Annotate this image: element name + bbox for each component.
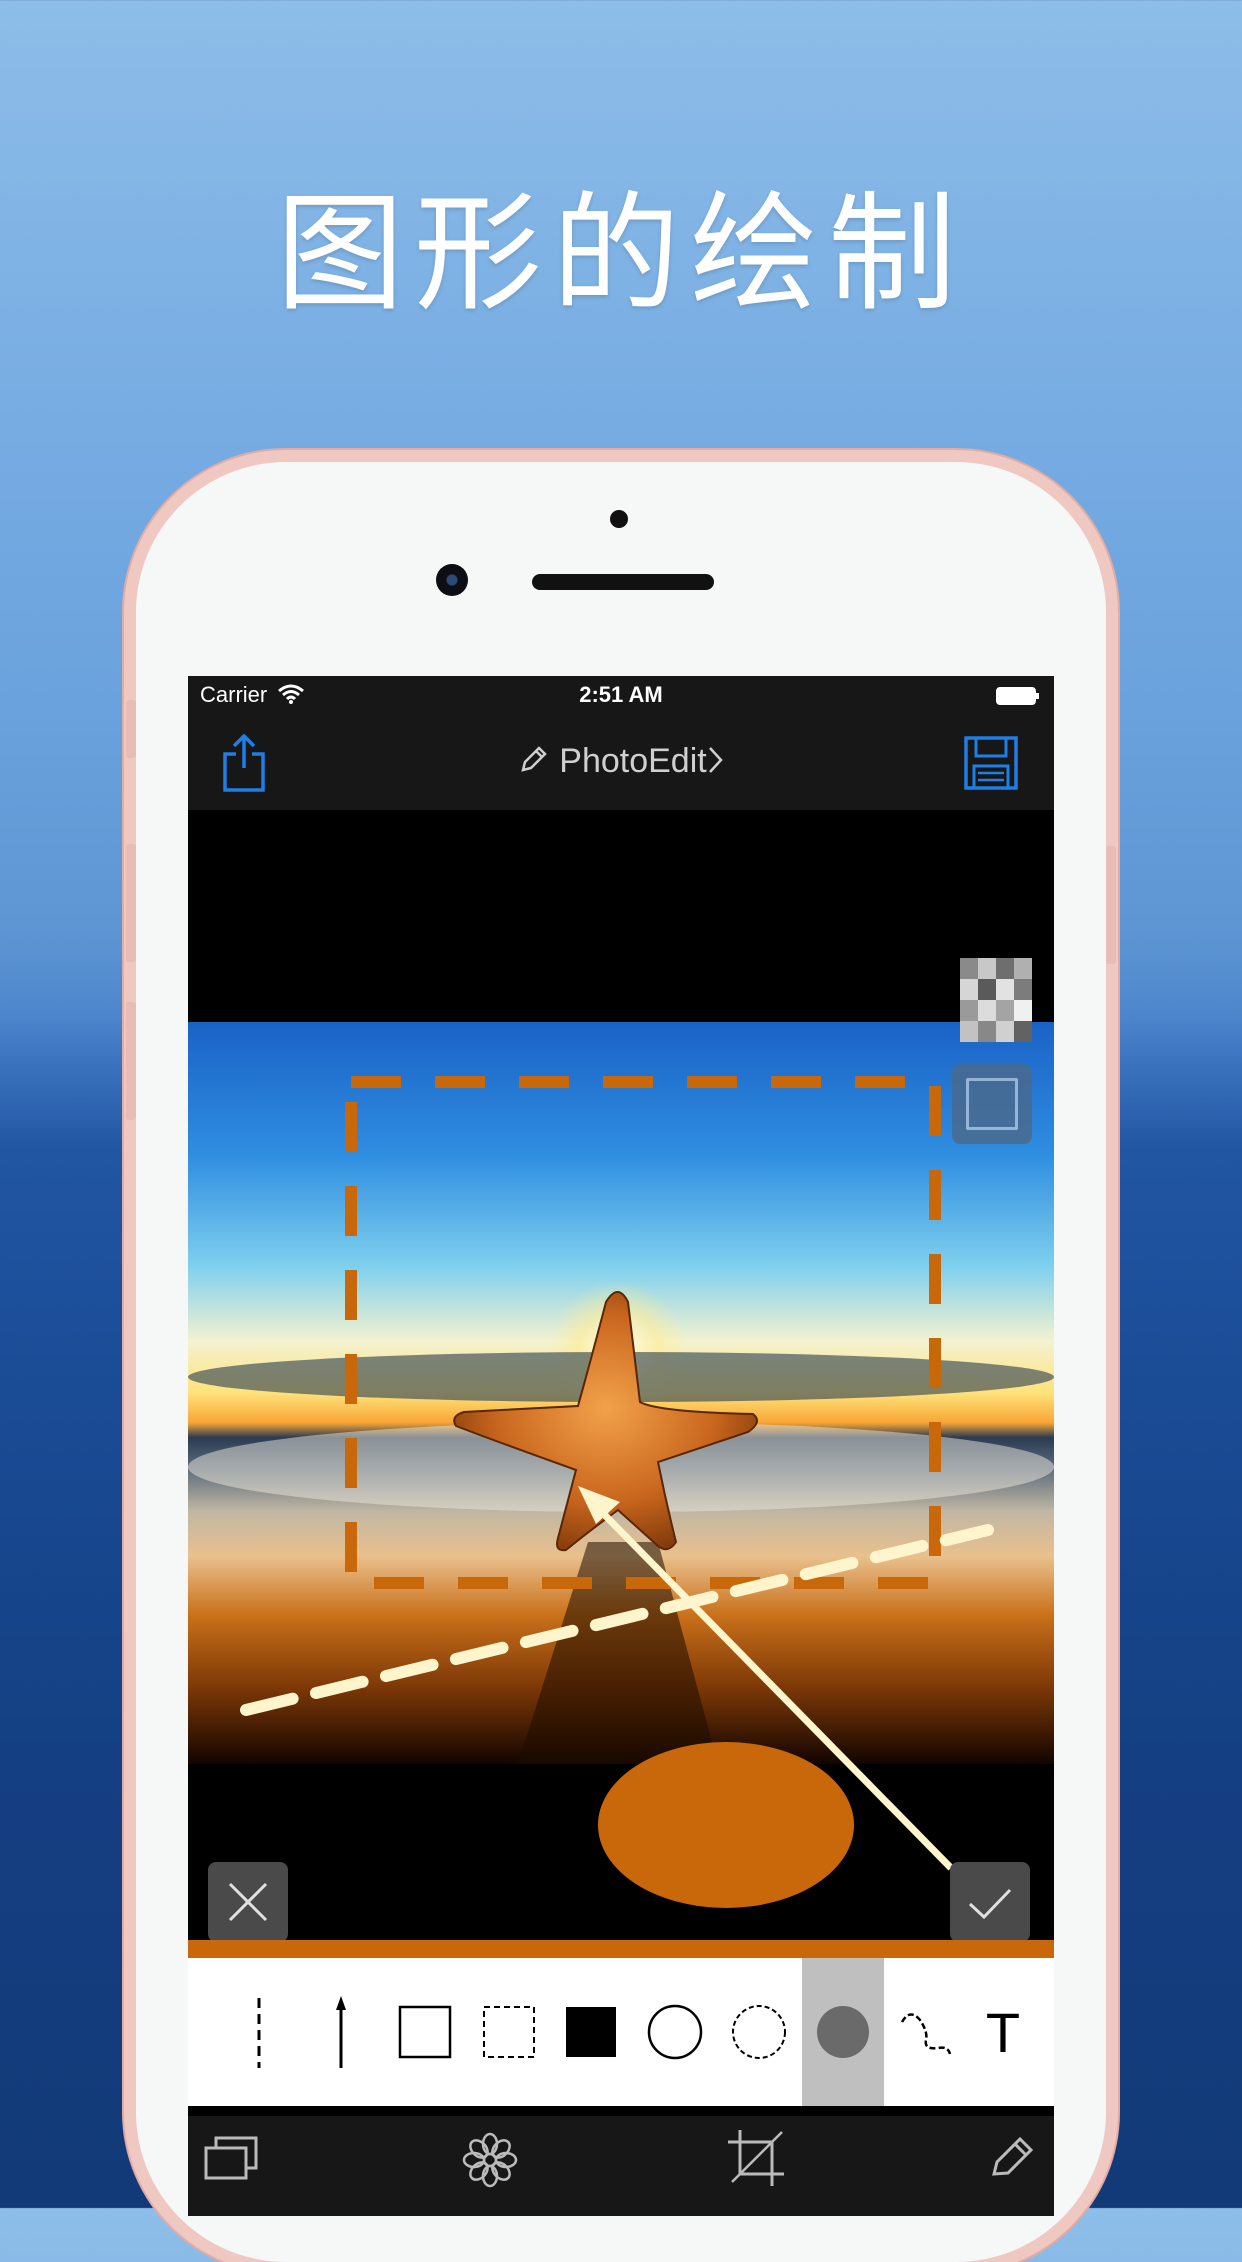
mosaic-button[interactable] [960,958,1032,1042]
dashed-line-tool[interactable] [218,1958,300,2106]
battery-icon [996,687,1039,705]
mute-switch [126,700,136,758]
headline: 图形的绘制 [275,180,966,329]
front-camera-icon [436,564,468,596]
shape-toolbar: T [188,1958,1054,2106]
text-tool-label: T [985,2001,1021,2064]
frame-icon [966,1078,1018,1130]
chevron-right-icon [708,747,723,773]
share-icon[interactable] [222,734,266,792]
save-icon[interactable] [964,736,1018,790]
mosaic-icon [960,958,1032,1042]
filled-rectangle-tool[interactable] [550,1958,632,2106]
dashed-rectangle-shape[interactable] [345,1076,941,1589]
dashed-circle-icon [732,2005,786,2059]
rectangle-icon [398,2005,452,2059]
carrier-label: Carrier [200,682,305,708]
dashed-line-icon [257,1998,261,2068]
dashed-rectangle-tool[interactable] [468,1958,550,2106]
dashed-circle-tool[interactable] [718,1958,800,2106]
freehand-tool[interactable] [886,1958,968,2106]
bottom-tab-bar [188,2116,1054,2216]
filled-ellipse-shape[interactable] [598,1742,854,1908]
volume-up-button [126,844,136,962]
power-button [1106,846,1116,964]
cancel-button[interactable] [208,1862,288,1942]
filter-icon[interactable] [460,2130,520,2190]
filled-circle-tool[interactable] [802,1958,884,2106]
circle-icon [647,2004,703,2060]
filled-circle-icon [817,2006,869,2058]
circle-tool[interactable] [634,1958,716,2106]
pencil-icon[interactable] [988,2134,1036,2182]
crop-icon[interactable] [724,2126,788,2190]
close-icon [228,1882,268,1922]
wifi-icon [278,684,305,704]
confirm-button[interactable] [950,1862,1030,1942]
navigation-bar: PhotoEdit [188,716,1054,810]
nav-title[interactable]: PhotoEdit [188,742,1054,781]
earpiece-speaker [532,574,714,590]
clock: 2:51 AM [579,682,663,707]
dashed-line-shape[interactable] [240,1524,994,1716]
rectangle-tool[interactable] [384,1958,466,2106]
layers-icon[interactable] [202,2134,260,2184]
editing-canvas[interactable] [188,810,1054,1942]
volume-down-button [126,1002,136,1120]
proximity-sensor [610,510,628,528]
dashed-rectangle-icon [483,2006,535,2058]
text-tool[interactable]: T [962,1958,1044,2106]
drawing-overlay [240,1076,994,1908]
arrow-tool[interactable] [300,1958,382,2106]
filled-rectangle-icon [566,2007,616,2057]
checkmark-icon [968,1888,1012,1920]
arrow-up-icon [336,1996,346,2068]
freehand-curve-icon [900,2013,952,2055]
status-bar: Carrier 2:51 AM [188,676,1054,716]
color-accent-bar [188,1940,1054,1958]
phone-screen: Carrier 2:51 AM PhotoEdit T [188,676,1054,2216]
frame-button[interactable] [952,1064,1032,1144]
pencil-icon [521,746,548,772]
nav-title-label: PhotoEdit [559,742,707,780]
